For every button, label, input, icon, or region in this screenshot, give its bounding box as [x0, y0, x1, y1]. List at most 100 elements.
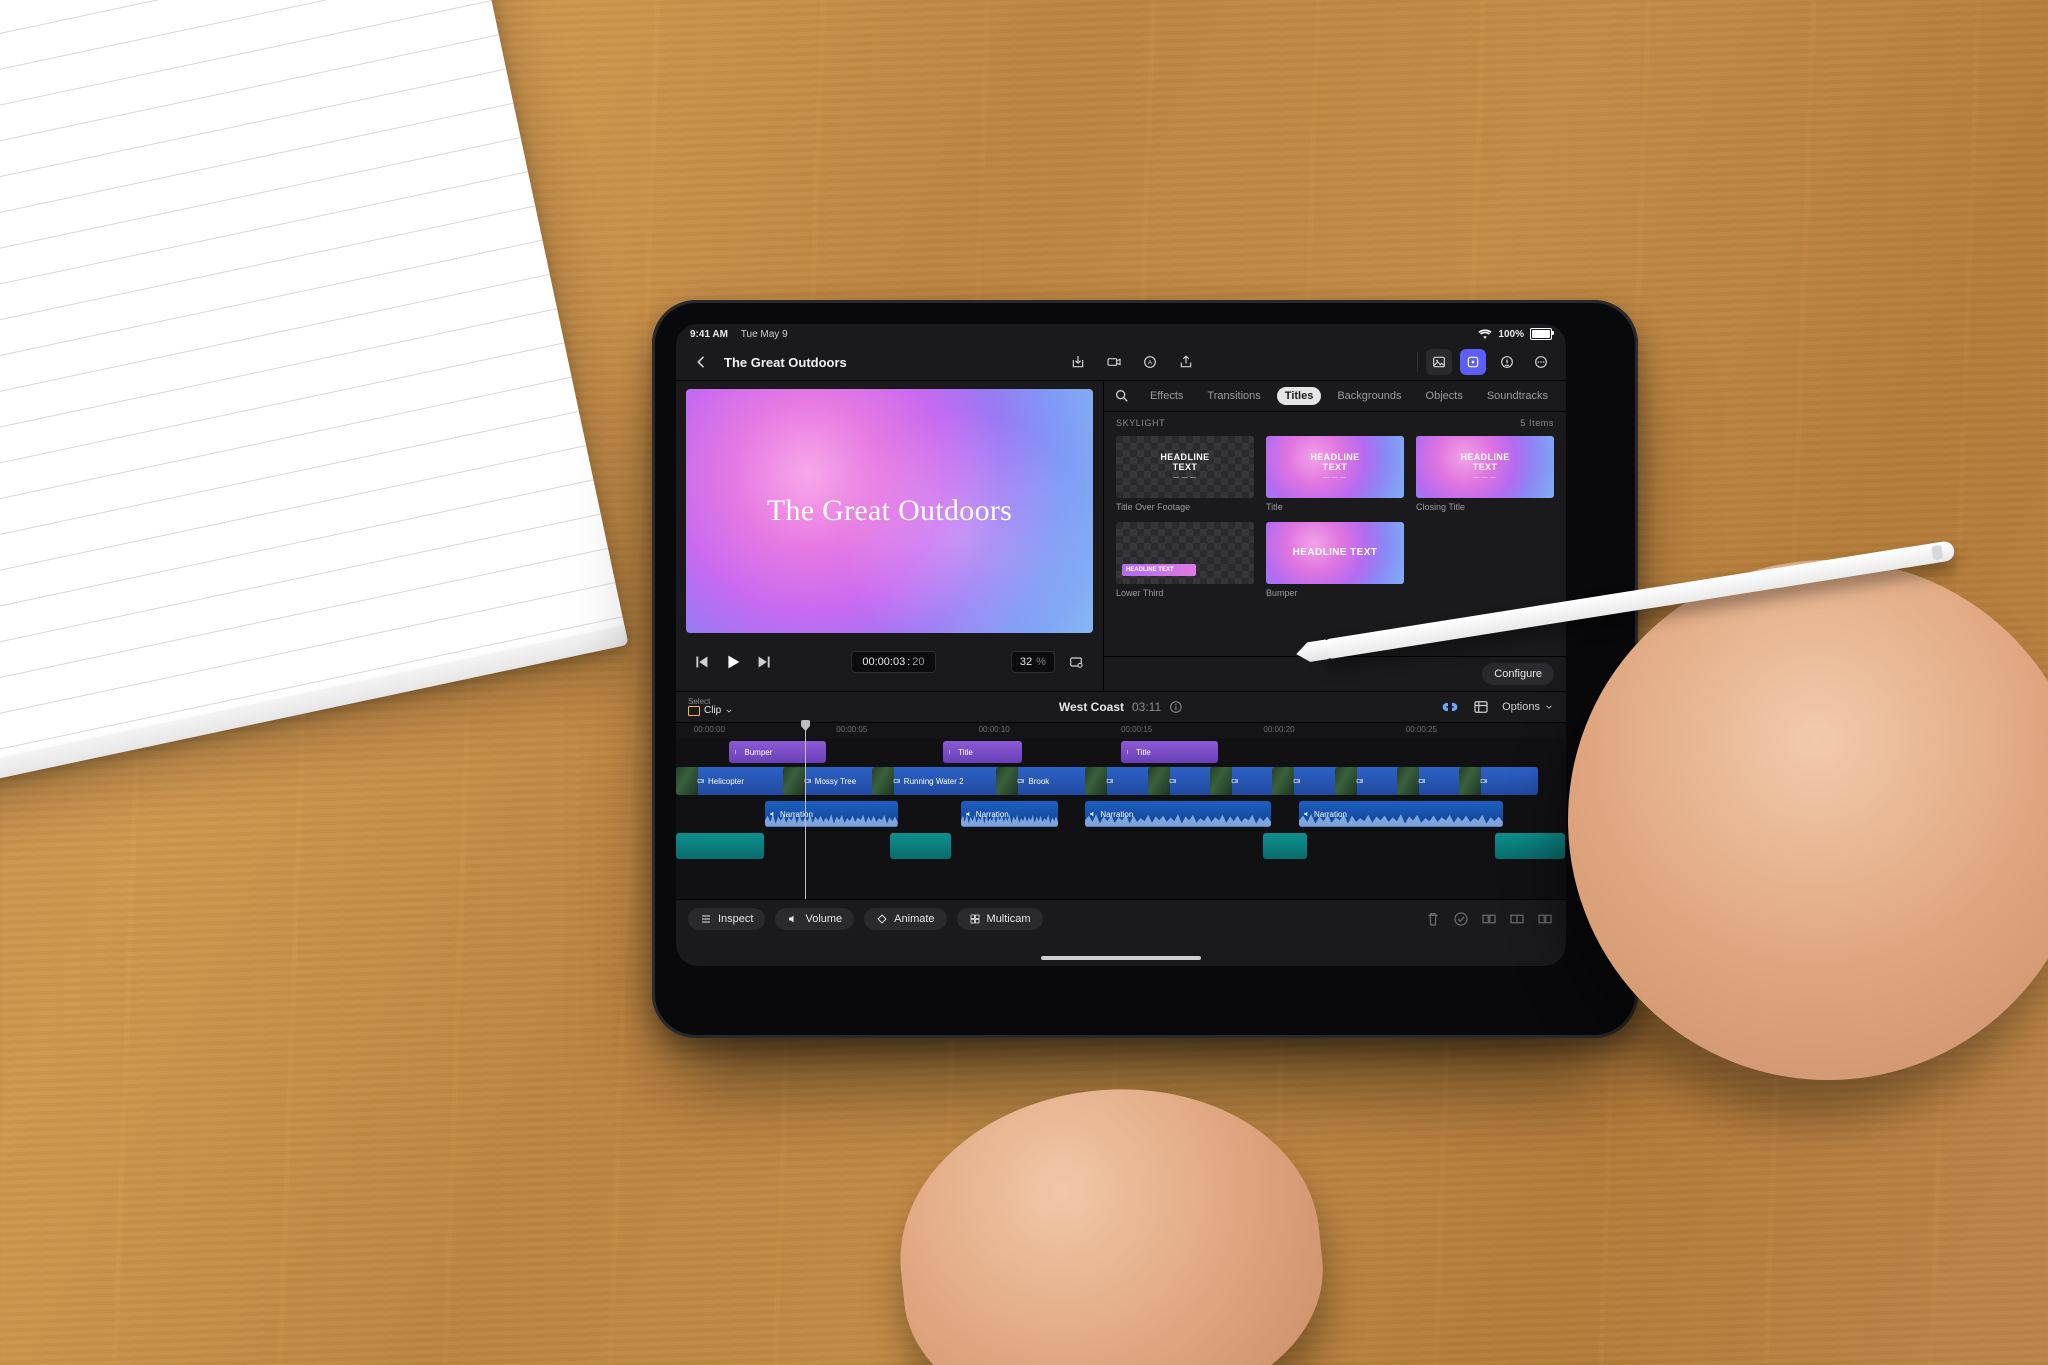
share-icon[interactable] — [1173, 349, 1199, 375]
view-options-icon[interactable] — [1063, 649, 1089, 675]
thumb-label: Title — [1266, 502, 1404, 512]
transport-bar: 00:00:03:20 32 % — [676, 639, 1103, 685]
video-clip[interactable] — [1397, 767, 1467, 795]
video-clip[interactable] — [1459, 767, 1538, 795]
clip-icon — [688, 706, 700, 716]
thumb-label: Closing Title — [1416, 502, 1554, 512]
ruler-mark: 00:00:15 — [1121, 725, 1152, 734]
camera-icon[interactable] — [1101, 349, 1127, 375]
title-thumbnails: HEADLINETEXT— — —Title Over FootageHEADL… — [1104, 434, 1566, 608]
content-browser-icon[interactable] — [1460, 349, 1486, 375]
browser-tab-soundtracks[interactable]: Soundtracks — [1479, 387, 1556, 405]
video-clip[interactable] — [1272, 767, 1342, 795]
audio-clip[interactable]: Narration — [765, 801, 898, 827]
ruler-mark: 00:00:10 — [979, 725, 1010, 734]
info-icon[interactable] — [1169, 700, 1183, 714]
audio-browser-icon[interactable] — [1494, 349, 1520, 375]
video-clip[interactable] — [1148, 767, 1218, 795]
media-browser-icon[interactable] — [1426, 349, 1452, 375]
list-icon — [700, 913, 712, 925]
title-thumb-3[interactable]: HEADLINE TEXTLower Third — [1116, 522, 1254, 598]
playhead[interactable] — [805, 723, 806, 899]
title-clip[interactable]: TTitle — [1121, 741, 1218, 763]
audio-clip[interactable]: Narration — [961, 801, 1058, 827]
next-frame-button[interactable] — [754, 651, 776, 673]
video-clip[interactable] — [1210, 767, 1280, 795]
thumb-label: Bumper — [1266, 588, 1404, 598]
connect-right-icon[interactable] — [1536, 910, 1554, 928]
grid-icon — [969, 913, 981, 925]
import-icon[interactable] — [1065, 349, 1091, 375]
browser-tab-backgrounds[interactable]: Backgrounds — [1329, 387, 1409, 405]
audio-clip[interactable]: Narration — [1085, 801, 1271, 827]
keyframe-icon — [876, 913, 888, 925]
timecode-display[interactable]: 00:00:03:20 — [851, 651, 935, 673]
inspect-button[interactable]: Inspect — [688, 908, 765, 930]
hand-left-prop — [884, 1069, 1335, 1365]
status-bar: 9:41 AM Tue May 9 100% — [676, 324, 1566, 344]
search-icon[interactable] — [1114, 388, 1130, 404]
title-clip[interactable]: TBumper — [729, 741, 826, 763]
video-clip[interactable]: Helicopter — [676, 767, 791, 795]
audio-clip[interactable]: Narration — [1299, 801, 1503, 827]
home-indicator[interactable] — [1041, 956, 1201, 960]
checkmark-circle-icon[interactable] — [1452, 910, 1470, 928]
timeline-tracks[interactable]: TBumper TTitle TTitle HelicopterMossy TreeR… — [676, 739, 1566, 899]
configure-button[interactable]: Configure — [1482, 663, 1554, 685]
more-icon[interactable] — [1528, 349, 1554, 375]
music-clip[interactable] — [890, 833, 951, 859]
battery-percent: 100% — [1498, 329, 1524, 340]
title-thumb-4[interactable]: HEADLINE TEXTBumper — [1266, 522, 1404, 598]
video-clip[interactable]: Running Water 2 — [872, 767, 1005, 795]
magnetic-icon[interactable] — [1440, 700, 1460, 714]
animate-button[interactable]: Animate — [864, 908, 946, 930]
ipad-device: 9:41 AM Tue May 9 100% The Great Outdoor… — [652, 300, 1638, 1038]
browser-tab-objects[interactable]: Objects — [1418, 387, 1471, 405]
battery-icon — [1530, 328, 1552, 340]
wifi-icon — [1478, 329, 1492, 339]
timeline-index-icon[interactable] — [1472, 698, 1490, 716]
browser-tab-titles[interactable]: Titles — [1277, 387, 1322, 405]
volume-button[interactable]: Volume — [775, 908, 854, 930]
timeline-project-name: West Coast — [1059, 700, 1124, 714]
video-clip[interactable] — [1085, 767, 1155, 795]
music-clip[interactable] — [1495, 833, 1565, 859]
trash-icon[interactable] — [1424, 910, 1442, 928]
video-clip[interactable]: Mossy Tree — [783, 767, 880, 795]
timecode-main: 00:00:03 — [862, 656, 905, 668]
video-clip[interactable]: Brook — [996, 767, 1093, 795]
zoom-value: 32 — [1020, 656, 1032, 668]
timeline-header: Select Clip West Coast 03:11 Options — [676, 692, 1566, 723]
prev-frame-button[interactable] — [690, 651, 712, 673]
multicam-button[interactable]: Multicam — [957, 908, 1043, 930]
play-button[interactable] — [722, 651, 744, 673]
ruler-mark: 00:00:05 — [836, 725, 867, 734]
timeline-duration: 03:11 — [1132, 700, 1161, 714]
browser-tab-transitions[interactable]: Transitions — [1199, 387, 1268, 405]
voiceover-icon[interactable]: A — [1137, 349, 1163, 375]
title-thumb-2[interactable]: HEADLINETEXT— — —Closing Title — [1416, 436, 1554, 512]
music-clip[interactable] — [1263, 833, 1307, 859]
connect-left-icon[interactable] — [1480, 910, 1498, 928]
overwrite-icon[interactable] — [1508, 910, 1526, 928]
selection-mode[interactable]: Select Clip — [688, 698, 733, 716]
browser-tabs: Effects Transitions Titles Backgrounds Objec… — [1104, 381, 1566, 412]
chevron-down-icon — [725, 707, 733, 715]
title-thumb-1[interactable]: HEADLINETEXT— — —Title — [1266, 436, 1404, 512]
app-header: The Great Outdoors A — [676, 344, 1566, 381]
ruler-mark: 00:00:25 — [1406, 725, 1437, 734]
timeline-ruler[interactable]: 00:00:0000:00:0500:00:1000:00:1500:00:20… — [676, 723, 1566, 739]
back-button[interactable] — [688, 349, 714, 375]
title-clip[interactable]: TTitle — [943, 741, 1022, 763]
title-thumb-0[interactable]: HEADLINETEXT— — —Title Over Footage — [1116, 436, 1254, 512]
video-clip[interactable] — [1335, 767, 1405, 795]
viewer-canvas[interactable]: The Great Outdoors — [686, 389, 1093, 633]
zoom-display[interactable]: 32 % — [1011, 651, 1055, 673]
timeline-options[interactable]: Options — [1502, 701, 1554, 713]
browser-tab-effects[interactable]: Effects — [1142, 387, 1191, 405]
ruler-mark: 00:00:20 — [1263, 725, 1294, 734]
notepad-prop — [0, 0, 627, 803]
music-clip[interactable] — [676, 833, 764, 859]
browser-item-count: 5 Items — [1520, 418, 1554, 428]
thumb-label: Lower Third — [1116, 588, 1254, 598]
